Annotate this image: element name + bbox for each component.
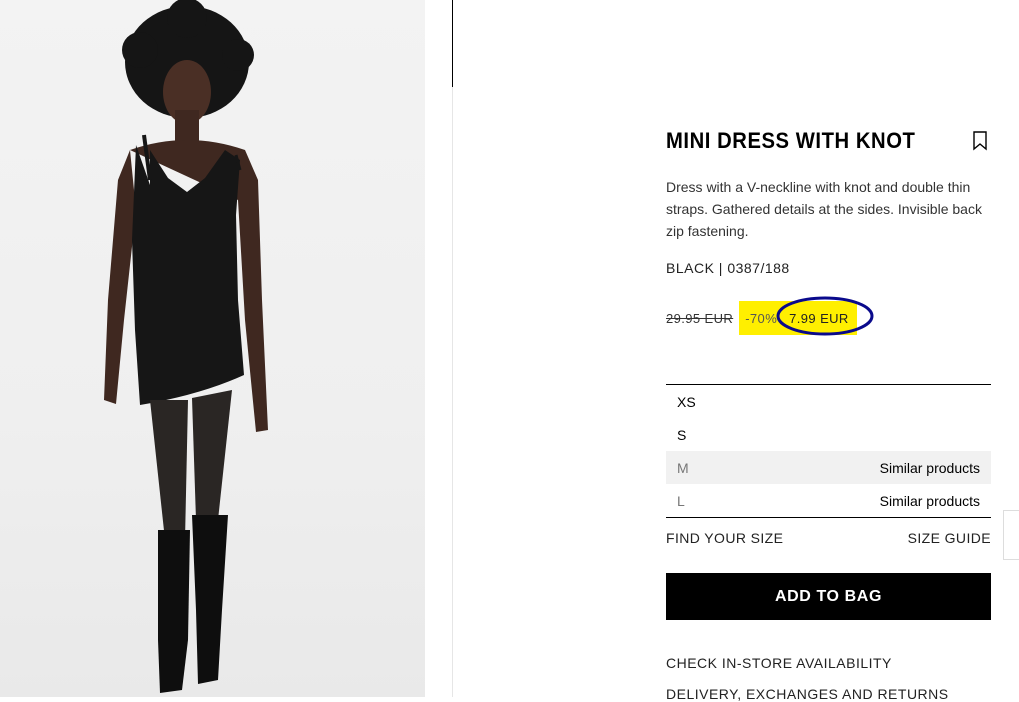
model-figure xyxy=(104,0,268,693)
size-option-s[interactable]: S xyxy=(666,418,991,451)
product-description: Dress with a V-neckline with knot and do… xyxy=(666,179,982,239)
size-option-m[interactable]: M Similar products xyxy=(666,451,991,484)
find-your-size-link[interactable]: FIND YOUR SIZE xyxy=(666,530,783,546)
side-panel-tab[interactable] xyxy=(1003,510,1019,560)
bookmark-icon[interactable] xyxy=(972,131,988,151)
delivery-returns-link[interactable]: DELIVERY, EXCHANGES AND RETURNS xyxy=(666,686,949,702)
size-guide-link[interactable]: SIZE GUIDE xyxy=(908,530,991,546)
size-help-links: FIND YOUR SIZE SIZE GUIDE xyxy=(666,530,991,546)
similar-products-link[interactable]: Similar products xyxy=(880,460,980,476)
divider-line-light xyxy=(452,87,453,697)
product-title: MINI DRESS WITH KNOT xyxy=(666,128,916,153)
size-option-xs[interactable]: XS xyxy=(666,385,991,418)
divider-line xyxy=(452,0,453,87)
product-image[interactable] xyxy=(0,0,425,697)
discount-badge: -70% xyxy=(745,310,778,326)
size-selector: XS S M Similar products L Similar produc… xyxy=(666,384,991,518)
similar-products-link[interactable]: Similar products xyxy=(880,493,980,509)
size-label: XS xyxy=(677,393,696,410)
annotation-circle xyxy=(776,296,874,336)
size-label: L xyxy=(677,492,685,509)
old-price: 29.95 EUR xyxy=(666,310,734,326)
color-reference: BLACK | 0387/188 xyxy=(666,260,790,276)
size-label: S xyxy=(677,426,687,443)
add-to-bag-button[interactable]: ADD TO BAG xyxy=(666,573,991,620)
size-option-l[interactable]: L Similar products xyxy=(666,484,991,517)
check-store-availability-link[interactable]: CHECK IN-STORE AVAILABILITY xyxy=(666,655,892,671)
size-label: M xyxy=(677,459,689,476)
